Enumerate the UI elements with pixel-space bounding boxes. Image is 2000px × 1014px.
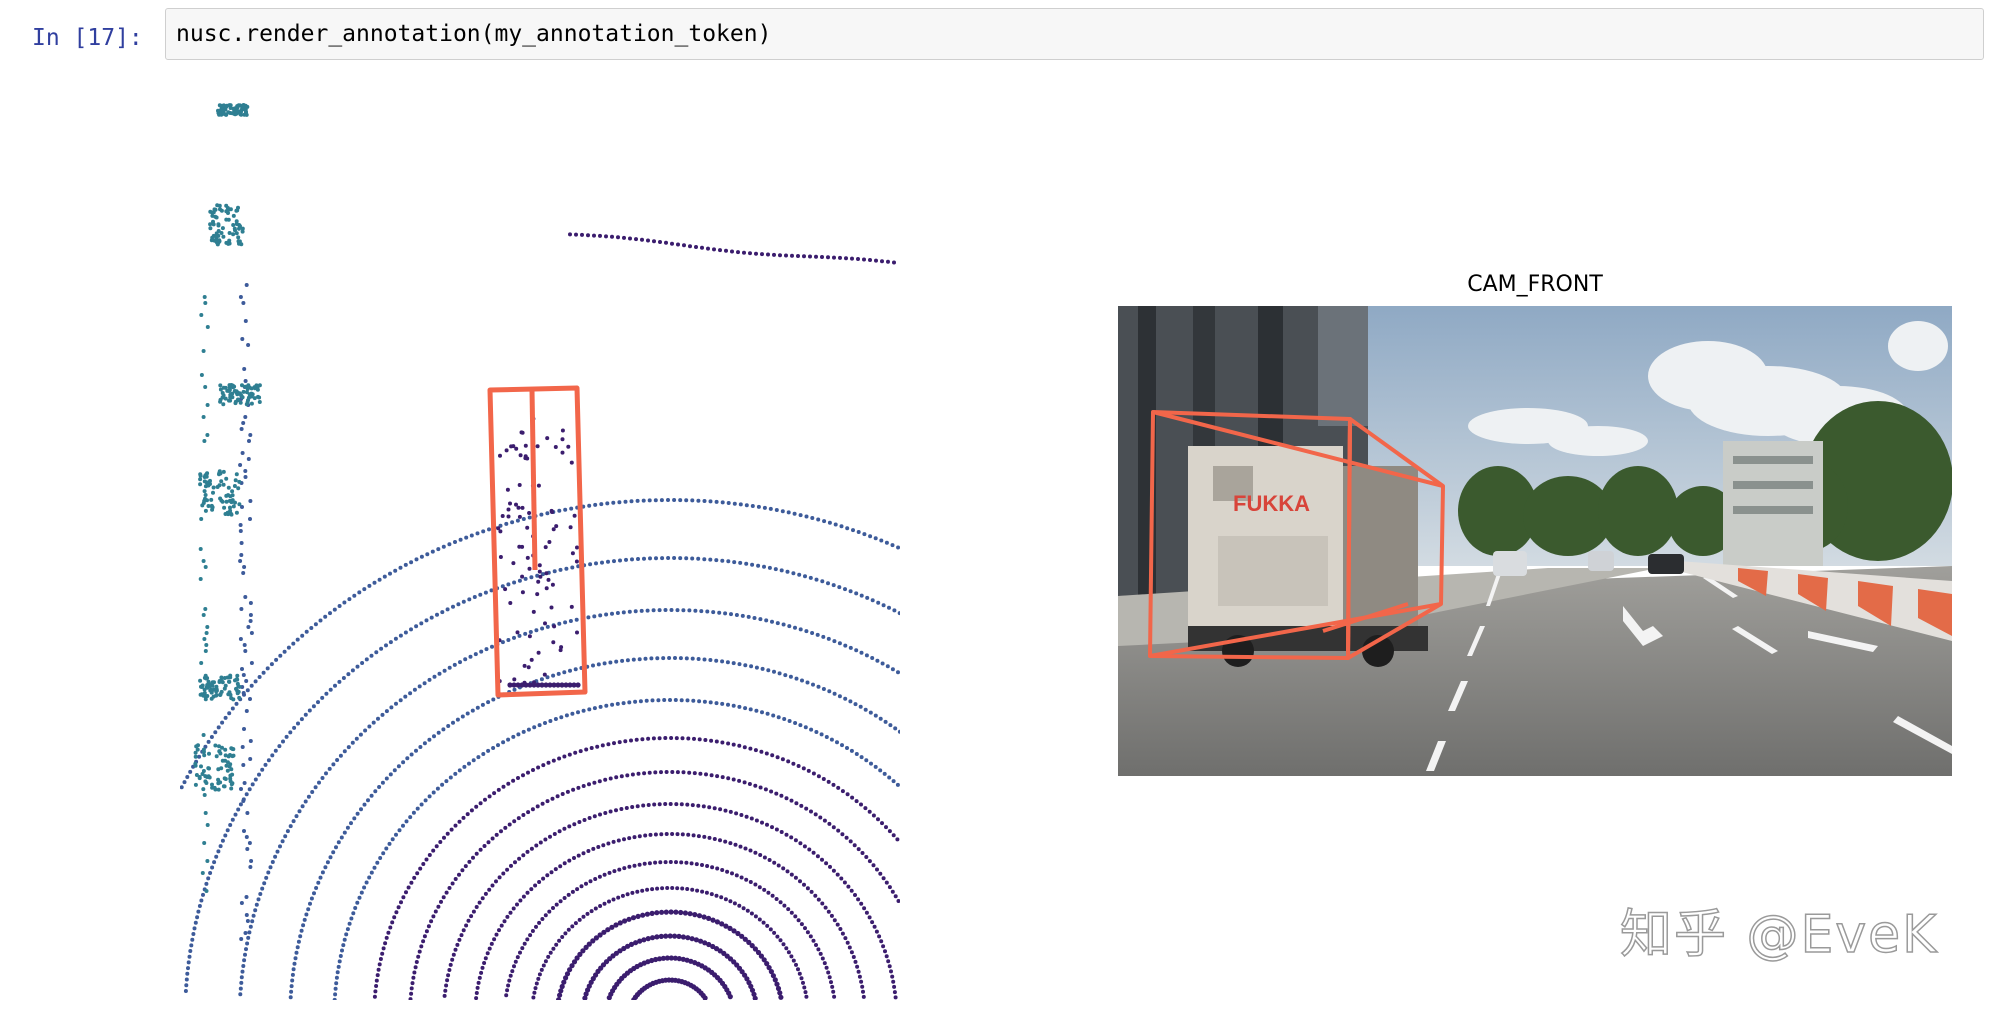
lidar-annotation-box bbox=[487, 385, 588, 698]
right-building bbox=[1723, 441, 1823, 566]
lidar-bev-plot bbox=[180, 103, 900, 1000]
cell-prompt: In [17]: bbox=[32, 25, 143, 51]
code-text[interactable]: nusc.render_annotation(my_annotation_tok… bbox=[176, 9, 771, 59]
camera-title: CAM_FRONT bbox=[1467, 272, 1603, 297]
watermark: 知乎 @EveK bbox=[1619, 904, 1939, 966]
lidar-point-cloud bbox=[180, 103, 900, 1000]
truck-sign: FUKKA bbox=[1233, 491, 1310, 516]
code-input-cell[interactable]: nusc.render_annotation(my_annotation_tok… bbox=[165, 8, 1984, 60]
camera-front-image: FUKKA bbox=[1118, 306, 1952, 776]
